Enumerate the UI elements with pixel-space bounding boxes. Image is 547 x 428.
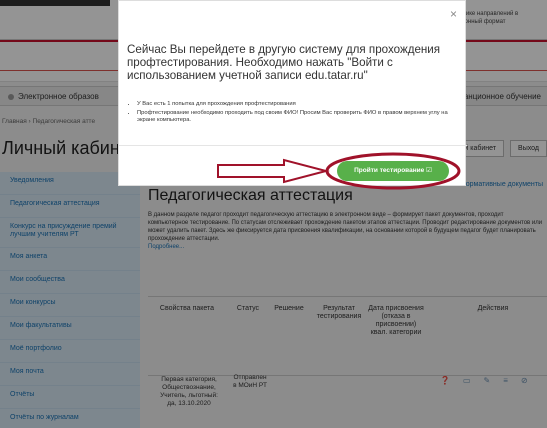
modal-message: Сейчас Вы перейдете в другую систему для… xyxy=(127,43,441,82)
close-icon[interactable]: × xyxy=(450,7,457,21)
start-testing-button[interactable]: Пройти тестирование ☑ xyxy=(337,161,449,181)
modal-bullets: У Вас есть 1 попытка для прохождения про… xyxy=(137,101,457,126)
modal-divider xyxy=(119,145,467,146)
modal-bullet: У Вас есть 1 попытка для прохождения про… xyxy=(137,101,457,108)
modal-dialog: × Сейчас Вы перейдете в другую систему д… xyxy=(118,0,467,186)
modal-bullet: Профтестирование необходимо проходить по… xyxy=(137,110,457,124)
